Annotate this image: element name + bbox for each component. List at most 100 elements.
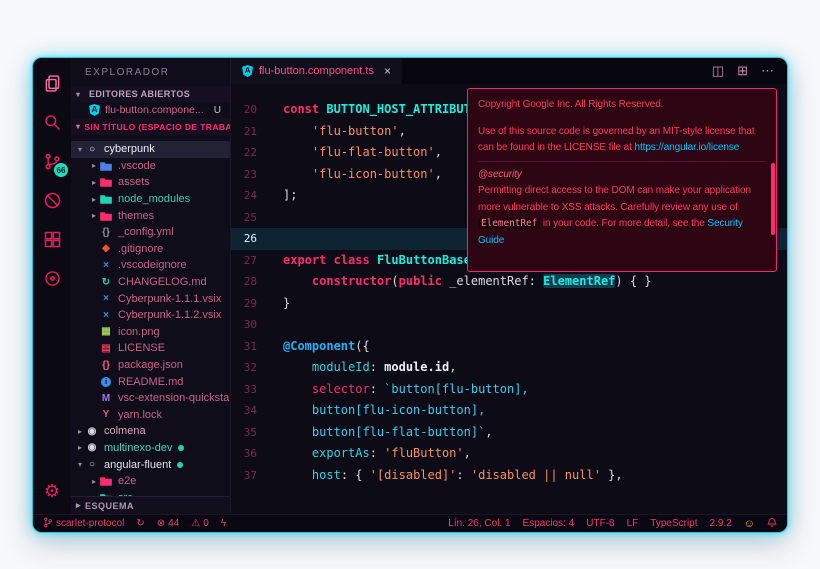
tree-item-gitignore[interactable]: ◆ .gitignore <box>71 241 230 258</box>
tree-item-angular-fluent[interactable]: ▾ ○ angular-fluent <box>71 456 230 473</box>
toggle-layout-icon[interactable]: ⊞ <box>737 63 748 79</box>
info-icon: i <box>99 376 113 387</box>
status-l-n-26-col-1[interactable]: Lín. 26, Col. 1 <box>448 518 510 529</box>
tree-item-vsc-extension-quicksta[interactable]: Mvsc-extension-quicksta... <box>71 390 230 407</box>
explorer-icon[interactable] <box>41 72 63 94</box>
tree-item-vscodeignore[interactable]: × .vscodeignore <box>71 257 230 274</box>
status-right: Lín. 26, Col. 1 Espacios: 4 UTF-8 LF TypeScr… <box>448 517 777 531</box>
file-type-icon: × <box>103 309 109 321</box>
settings-gear-icon[interactable]: ⚙ <box>44 481 60 502</box>
tree-item-cyberpunk-1-1-1-vsix[interactable]: × Cyberpunk-1.1.1.vsix <box>71 290 230 307</box>
tree-item-node-modules[interactable]: ▸ node_modules <box>71 191 230 208</box>
status-utf-8[interactable]: UTF-8 <box>586 518 614 529</box>
tooltip-link[interactable]: Security <box>707 218 742 229</box>
tree-item-cyberpunk-1-1-2-vsix[interactable]: × Cyberpunk-1.1.2.vsix <box>71 307 230 324</box>
tree-item-multinexo-dev[interactable]: ▸ ◉ multinexo-dev <box>71 440 230 457</box>
tree-item-config-yml[interactable]: {} _config.yml <box>71 224 230 241</box>
tooltip-spacer <box>478 114 766 124</box>
file-type-icon: {} <box>102 226 110 238</box>
line-number: 23 <box>243 167 257 181</box>
status-smiley[interactable]: ☺ <box>744 518 755 529</box>
code-text: moduleId: module.id, <box>311 360 457 374</box>
status-error[interactable]: ⊗ 44 <box>157 518 180 529</box>
more-actions-icon[interactable]: ⋯ <box>761 63 774 79</box>
tree-item-yarn-lock[interactable]: Yyarn.lock <box>71 407 230 424</box>
extensions-icon[interactable] <box>41 228 63 250</box>
tooltip-line: can be found in the LICENSE file at http… <box>478 142 740 153</box>
status-bolt[interactable]: ϟ <box>220 517 227 529</box>
status-label: Lín. 26, Col. 1 <box>448 518 511 529</box>
status-espacios-4[interactable]: Espacios: 4 <box>523 518 575 529</box>
status-bell[interactable] <box>767 517 777 531</box>
code-line-30: 30 <box>231 314 787 336</box>
angular-file-icon: A <box>89 104 100 116</box>
code-editor[interactable]: Copyright Google Inc. All Rights Reserve… <box>231 84 787 514</box>
modified-dot-icon <box>177 461 184 468</box>
twisty-icon: ▾ <box>77 144 82 154</box>
tree-item-cyberpunk[interactable]: ▾ ○ cyberpunk <box>71 141 230 158</box>
status-sync[interactable]: ↻ <box>136 517 145 529</box>
tree-item-e2e[interactable]: ▸ e2e <box>71 473 230 490</box>
tree-item-label: .gitignore <box>118 242 164 255</box>
folder-icon <box>99 211 113 221</box>
status-branch[interactable]: scarlet-protocol <box>43 517 124 531</box>
code-line-31: 31 @Component({ <box>231 336 787 358</box>
debug-icon[interactable] <box>41 267 63 289</box>
tooltip-line: Copyright Google Inc. All Rights Reserve… <box>478 99 664 110</box>
open-editor-item[interactable]: A flu-button.compone... U <box>71 102 230 118</box>
restricted-mode-icon[interactable] <box>41 189 63 211</box>
outline-section[interactable]: ▸ ESQUEMA <box>71 496 230 514</box>
status-typescript[interactable]: TypeScript <box>650 518 697 529</box>
tooltip-line: more vulnerable to XSS attacks. Carefull… <box>478 201 738 213</box>
tree-item-label: multinexo-dev <box>104 441 173 454</box>
tooltip-link[interactable]: https://angular.io/license <box>635 142 740 153</box>
tooltip-line: ElementRef in your code. For more detail… <box>478 216 766 233</box>
line-number: 28 <box>243 275 257 288</box>
tree-item-colmena[interactable]: ▸ ◉ colmena <box>71 423 230 440</box>
status-2-9-2[interactable]: 2.9.2 <box>710 518 732 529</box>
line-number: 30 <box>243 318 257 331</box>
sync-icon: ↻ <box>136 517 145 529</box>
tree-item-label: e2e <box>118 475 137 488</box>
window-body: 66 ⚙ EXPLORADOR ▾ EDITORES ABIERTOS A fl… <box>33 58 787 514</box>
bolt-icon: ϟ <box>220 517 227 529</box>
tooltip-link[interactable]: Guide <box>478 235 504 246</box>
tooltip-scrollbar[interactable] <box>771 163 775 235</box>
tree-item-license[interactable]: ▤ LICENSE <box>71 340 230 357</box>
activity-bar: 66 ⚙ <box>33 58 71 514</box>
line-number: 25 <box>243 210 257 224</box>
file-type-icon: ▤ <box>101 342 111 354</box>
tree-item-assets[interactable]: ▸ assets <box>71 174 230 191</box>
code-text: exportAs: 'fluButton', <box>311 446 471 460</box>
tab-flu-button-component[interactable]: A flu-button.component.ts × <box>231 58 402 84</box>
tree-item-package-json[interactable]: {} package.json <box>71 357 230 374</box>
code-text: constructor(public _elementRef: ElementR… <box>311 274 652 288</box>
file-type-icon: M <box>101 392 111 404</box>
tree-item-icon-png[interactable]: ▦ icon.png <box>71 324 230 341</box>
split-editor-icon[interactable]: ◫ <box>712 63 724 79</box>
file-type-icon: ◉ <box>87 425 97 437</box>
search-icon[interactable] <box>41 111 63 133</box>
source-control-icon[interactable]: 66 <box>41 150 68 177</box>
tree-item-vscode[interactable]: ▸ .vscode <box>71 158 230 175</box>
file-type-icon: Y <box>102 409 110 421</box>
status-warning[interactable]: ⚠ 0 <box>191 518 209 529</box>
line-number: 24 <box>243 189 257 202</box>
close-tab-icon[interactable]: × <box>384 64 391 78</box>
code-line-35: 35 button[flu-flat-button]`, <box>231 422 787 444</box>
tooltip-line: @security <box>478 168 522 180</box>
open-editor-label: flu-button.compone... <box>105 104 204 116</box>
tree-item-changelog-md[interactable]: ↻ CHANGELOG.md <box>71 274 230 291</box>
workspace-section[interactable]: ▾ SIN TÍTULO (ESPACIO DE TRABAJO) <box>71 118 230 135</box>
tree-item-label: vsc-extension-quicksta... <box>118 392 230 405</box>
code-line-36: 36 exportAs: 'fluButton', <box>231 443 787 465</box>
folder-icon <box>99 177 113 188</box>
file-type-icon: ◉ <box>87 442 97 454</box>
tree-item-readme-md[interactable]: i README.md <box>71 373 230 390</box>
status-lf[interactable]: LF <box>627 518 639 529</box>
status-label: Espacios: 4 <box>522 518 575 529</box>
open-editors-section[interactable]: ▾ EDITORES ABIERTOS <box>71 86 230 102</box>
tree-item-label: cyberpunk <box>104 143 155 156</box>
tree-item-themes[interactable]: ▸ themes <box>71 207 230 224</box>
